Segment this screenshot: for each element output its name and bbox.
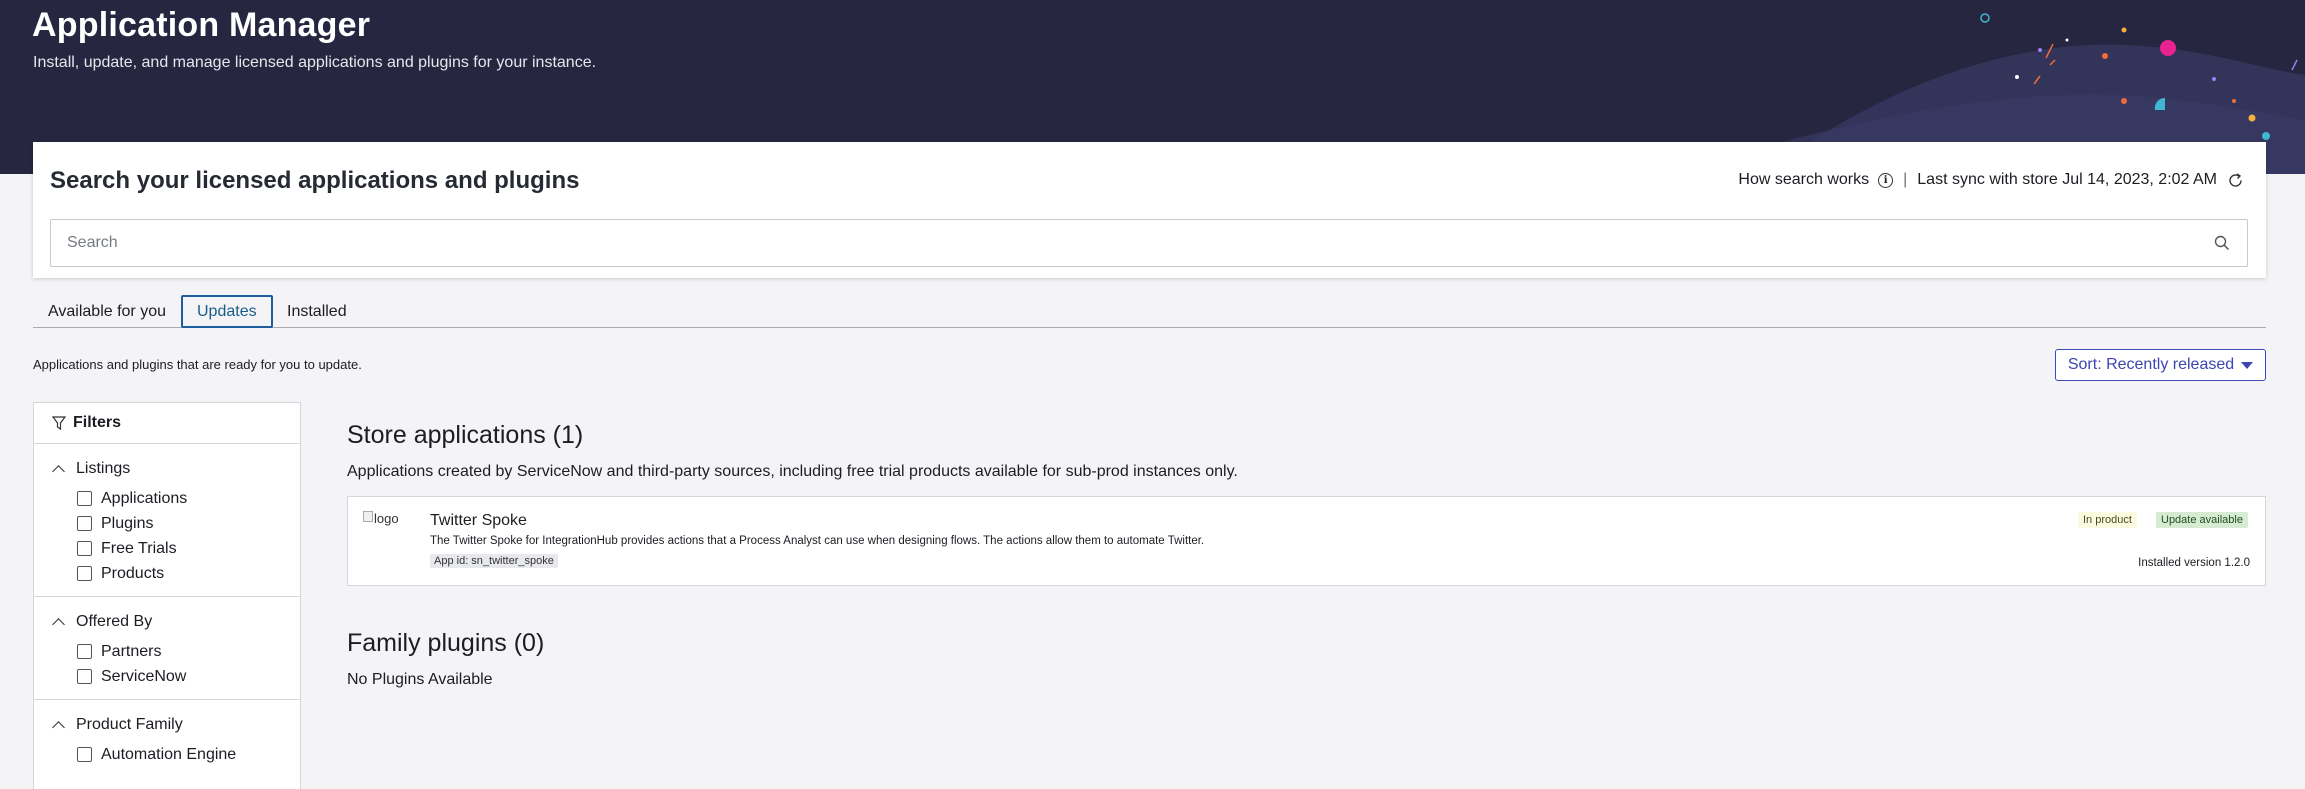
filter-option-label: Partners <box>101 642 162 660</box>
filter-group-listings: Listings Applications Plugins Free Trial… <box>34 444 300 597</box>
app-description: The Twitter Spoke for IntegrationHub pro… <box>430 535 1205 547</box>
filter-group-toggle[interactable]: Offered By <box>34 611 300 633</box>
update-available-badge: Update available <box>2156 512 2248 528</box>
filter-group-product-family: Product Family Automation Engine <box>34 700 300 777</box>
page-title: Application Manager <box>32 6 371 44</box>
sort-dropdown[interactable]: Sort: Recently released <box>2055 349 2266 381</box>
filter-option-label: Applications <box>101 489 188 507</box>
sort-label: Sort: Recently released <box>2067 356 2235 373</box>
tab-installed[interactable]: Installed <box>287 295 347 328</box>
filters-panel: Filters Listings Applications Plugins Fr… <box>33 402 301 789</box>
app-logo-alt: logo <box>374 511 399 526</box>
tab-updates[interactable]: Updates <box>181 295 273 328</box>
filter-option[interactable]: Automation Engine <box>34 742 300 767</box>
info-icon[interactable]: i <box>1878 172 1894 188</box>
filter-option[interactable]: Free Trials <box>34 536 300 561</box>
filter-group-title: Product Family <box>76 716 183 733</box>
app-card[interactable]: logo Twitter Spoke The Twitter Spoke for… <box>347 496 2266 586</box>
checkbox[interactable] <box>77 644 92 659</box>
filter-icon <box>52 415 66 431</box>
checkbox[interactable] <box>77 516 92 531</box>
search-card-title: Search your licensed applications and pl… <box>50 167 580 194</box>
filter-option[interactable]: Partners <box>34 639 300 664</box>
filter-group-toggle[interactable]: Product Family <box>34 714 300 736</box>
chevron-up-icon <box>52 465 65 478</box>
search-card: Search your licensed applications and pl… <box>33 142 2266 278</box>
checkbox[interactable] <box>77 747 92 762</box>
app-logo: logo <box>363 511 399 526</box>
how-search-works-link[interactable]: How search works <box>1738 171 1869 189</box>
app-id-badge: App id: sn_twitter_spoke <box>430 554 558 568</box>
meta-separator: | <box>1903 171 1908 188</box>
broken-image-icon <box>363 511 373 522</box>
search-field <box>50 219 2248 267</box>
tab-bar: Available for you Updates Installed <box>33 295 2266 328</box>
filter-option-label: ServiceNow <box>101 667 187 685</box>
filters-title: Filters <box>73 414 122 431</box>
filter-option-label: Free Trials <box>101 539 177 557</box>
refresh-icon[interactable] <box>2227 172 2244 189</box>
store-applications-description: Applications created by ServiceNow and t… <box>347 463 1238 480</box>
filter-option[interactable]: Products <box>34 561 300 586</box>
installed-version: Installed version 1.2.0 <box>2138 557 2250 569</box>
checkbox[interactable] <box>77 541 92 556</box>
filter-option-label: Plugins <box>101 514 154 532</box>
filter-group-offered-by: Offered By Partners ServiceNow <box>34 597 300 700</box>
filter-option[interactable]: ServiceNow <box>34 664 300 689</box>
page-description: Applications and plugins that are ready … <box>33 357 362 372</box>
search-meta: How search works i | Last sync with stor… <box>1738 171 2244 189</box>
filter-group-title: Offered By <box>76 613 153 630</box>
caret-down-icon <box>2241 361 2254 369</box>
app-name[interactable]: Twitter Spoke <box>430 512 527 530</box>
filter-group-toggle[interactable]: Listings <box>34 458 300 480</box>
tab-available-for-you[interactable]: Available for you <box>48 295 166 328</box>
search-icon[interactable] <box>2213 234 2231 257</box>
checkbox[interactable] <box>77 566 92 581</box>
family-plugins-title: Family plugins (0) <box>347 629 545 657</box>
no-plugins-text: No Plugins Available <box>347 671 493 688</box>
checkbox[interactable] <box>77 669 92 684</box>
chevron-up-icon <box>52 618 65 631</box>
last-sync-text: Last sync with store Jul 14, 2023, 2:02 … <box>1917 171 2217 188</box>
in-product-badge: In product <box>2078 512 2137 528</box>
chevron-up-icon <box>52 721 65 734</box>
filter-option-label: Automation Engine <box>101 745 237 763</box>
filter-group-title: Listings <box>76 460 131 477</box>
filter-option[interactable]: Applications <box>34 486 300 511</box>
checkbox[interactable] <box>77 491 92 506</box>
filter-option-label: Products <box>101 564 165 582</box>
filter-option[interactable]: Plugins <box>34 511 300 536</box>
page-subtitle: Install, update, and manage licensed app… <box>33 54 597 71</box>
store-applications-title: Store applications (1) <box>347 421 584 449</box>
search-input[interactable] <box>51 220 2247 266</box>
filters-header: Filters <box>34 403 300 444</box>
